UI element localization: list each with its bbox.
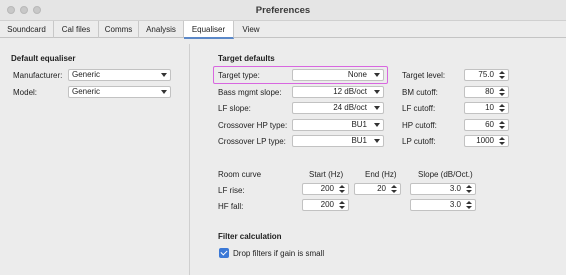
target-defaults-heading: Target defaults — [218, 54, 275, 63]
target-level-label: Target level: — [402, 71, 446, 80]
hp-cutoff-label: HP cutoff: — [402, 121, 437, 130]
target-type-select[interactable]: None — [292, 69, 384, 81]
lf-slope-select[interactable]: 24 dB/oct — [292, 102, 384, 114]
stepper-arrows-icon[interactable] — [391, 185, 398, 194]
chevron-down-icon — [374, 90, 380, 94]
model-label: Model: — [13, 88, 38, 97]
lf-rise-start-value: 200 — [320, 184, 334, 193]
crossover-lp-label: Crossover LP type: — [218, 137, 286, 146]
hp-cutoff-value: 60 — [485, 120, 494, 129]
lf-slope-value: 24 dB/oct — [333, 103, 367, 112]
hf-fall-slope-value: 3.0 — [449, 200, 461, 209]
section-divider — [189, 44, 190, 275]
target-level-value: 75.0 — [478, 70, 494, 79]
default-equaliser-heading: Default equaliser — [11, 54, 76, 63]
stepper-arrows-icon[interactable] — [499, 71, 506, 80]
lf-rise-end-spinner[interactable]: 20 — [354, 183, 401, 195]
bass-mgmt-slope-label: Bass mgmt slope: — [218, 88, 282, 97]
lf-slope-label: LF slope: — [218, 104, 251, 113]
chevron-down-icon — [374, 123, 380, 127]
crossover-hp-label: Crossover HP type: — [218, 121, 288, 130]
tab-comms[interactable]: Comms — [99, 21, 139, 38]
stepper-arrows-icon[interactable] — [466, 201, 473, 210]
lf-rise-slope-value: 3.0 — [449, 184, 461, 193]
manufacturer-label: Manufacturer: — [13, 71, 63, 80]
drop-filters-label[interactable]: Drop filters if gain is small — [233, 249, 324, 258]
stepper-arrows-icon[interactable] — [339, 201, 346, 210]
hf-fall-start-value: 200 — [320, 200, 334, 209]
bm-cutoff-spinner[interactable]: 80 — [464, 86, 509, 98]
hf-fall-slope-spinner[interactable]: 3.0 — [410, 199, 476, 211]
tab-soundcard[interactable]: Soundcard — [0, 21, 54, 38]
lf-rise-start-spinner[interactable]: 200 — [302, 183, 349, 195]
chevron-down-icon — [374, 73, 380, 77]
lp-cutoff-label: LP cutoff: — [402, 137, 436, 146]
lf-cutoff-label: LF cutoff: — [402, 104, 436, 113]
target-type-value: None — [347, 70, 367, 79]
crossover-hp-select[interactable]: BU1 — [292, 119, 384, 131]
tab-analysis[interactable]: Analysis — [139, 21, 184, 38]
preferences-window: Preferences Soundcard Cal files Comms An… — [0, 0, 566, 275]
chevron-down-icon — [374, 106, 380, 110]
slope-header: Slope (dB/Oct.) — [418, 170, 473, 179]
bm-cutoff-value: 80 — [485, 87, 494, 96]
chevron-down-icon — [161, 73, 167, 77]
lf-rise-label: LF rise: — [218, 186, 245, 195]
end-hz-header: End (Hz) — [365, 170, 397, 179]
model-value: Generic — [72, 87, 101, 96]
filter-calculation-heading: Filter calculation — [218, 232, 282, 241]
chevron-down-icon — [374, 139, 380, 143]
tab-equaliser[interactable]: Equaliser — [184, 21, 234, 39]
tab-bar: Soundcard Cal files Comms Analysis Equal… — [0, 21, 566, 39]
manufacturer-value: Generic — [72, 70, 101, 79]
title-bar: Preferences — [0, 0, 566, 21]
stepper-arrows-icon[interactable] — [499, 88, 506, 97]
tab-cal-files[interactable]: Cal files — [54, 21, 99, 38]
crossover-hp-value: BU1 — [351, 120, 367, 129]
manufacturer-select[interactable]: Generic — [68, 69, 171, 81]
hp-cutoff-spinner[interactable]: 60 — [464, 119, 509, 131]
drop-filters-checkbox[interactable] — [219, 248, 229, 258]
bass-mgmt-slope-value: 12 dB/oct — [333, 87, 367, 96]
hf-fall-label: HF fall: — [218, 202, 244, 211]
lp-cutoff-spinner[interactable]: 1000 — [464, 135, 509, 147]
stepper-arrows-icon[interactable] — [499, 121, 506, 130]
lf-rise-slope-spinner[interactable]: 3.0 — [410, 183, 476, 195]
stepper-arrows-icon[interactable] — [499, 137, 506, 146]
bass-mgmt-slope-select[interactable]: 12 dB/oct — [292, 86, 384, 98]
stepper-arrows-icon[interactable] — [499, 104, 506, 113]
start-hz-header: Start (Hz) — [309, 170, 344, 179]
hf-fall-start-spinner[interactable]: 200 — [302, 199, 349, 211]
stepper-arrows-icon[interactable] — [339, 185, 346, 194]
lp-cutoff-value: 1000 — [476, 136, 494, 145]
bm-cutoff-label: BM cutoff: — [402, 88, 438, 97]
lf-rise-end-value: 20 — [377, 184, 386, 193]
crossover-lp-value: BU1 — [351, 136, 367, 145]
room-curve-label: Room curve — [218, 170, 262, 179]
lf-cutoff-spinner[interactable]: 10 — [464, 102, 509, 114]
model-select[interactable]: Generic — [68, 86, 171, 98]
stepper-arrows-icon[interactable] — [466, 185, 473, 194]
chevron-down-icon — [161, 90, 167, 94]
target-level-spinner[interactable]: 75.0 — [464, 69, 509, 81]
window-title: Preferences — [255, 5, 311, 16]
tab-view[interactable]: View — [234, 21, 268, 38]
crossover-lp-select[interactable]: BU1 — [292, 135, 384, 147]
target-type-label: Target type: — [218, 71, 260, 80]
lf-cutoff-value: 10 — [485, 103, 494, 112]
